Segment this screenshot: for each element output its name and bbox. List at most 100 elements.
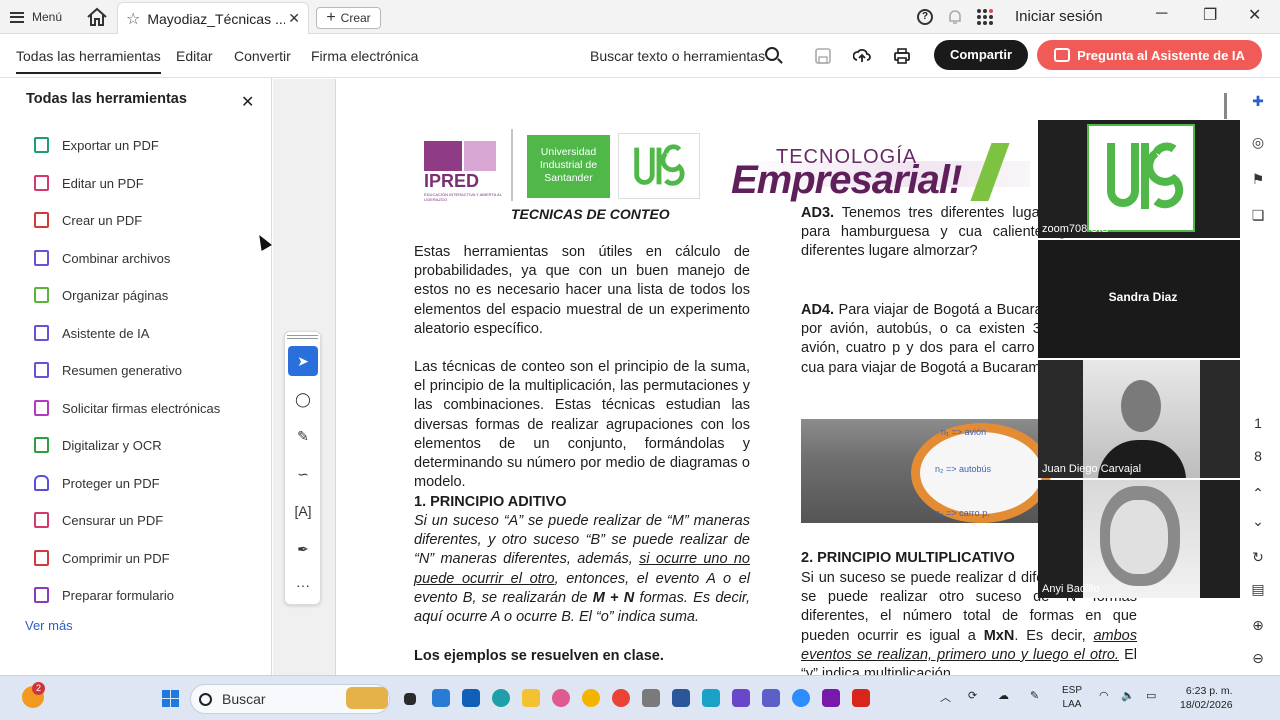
comments-icon[interactable]: ◎ [1248, 134, 1268, 154]
tool-organize-pages[interactable]: Organizar páginas [34, 284, 168, 306]
draw-tool-icon[interactable]: ∽ [288, 459, 318, 489]
signin-link[interactable]: Iniciar sesión [1015, 8, 1103, 25]
rotate-icon[interactable]: ↻ [1248, 549, 1268, 569]
more-tools-icon[interactable]: ··· [288, 570, 318, 600]
ai-assistant-button[interactable]: Pregunta al Asistente de IA [1037, 40, 1262, 70]
app-icon-2[interactable] [702, 689, 720, 707]
close-panel-icon[interactable]: ✕ [241, 92, 254, 112]
tool-edit-pdf[interactable]: Editar un PDF [34, 172, 144, 194]
bell-icon[interactable] [947, 8, 963, 26]
tool-protect-pdf[interactable]: Proteger un PDF [34, 472, 160, 494]
news-widget-icon[interactable] [346, 687, 388, 709]
participant-video-zoom708[interactable]: zoom708 UIS [1038, 120, 1248, 238]
tool-prepare-form[interactable]: Preparar formulario [34, 584, 174, 606]
tab-edit[interactable]: Editar [176, 48, 213, 64]
acrobat-icon[interactable] [852, 689, 870, 707]
help-icon[interactable]: ? [917, 9, 933, 25]
vertical-scrollbar[interactable] [1224, 93, 1227, 119]
save-icon[interactable] [814, 47, 832, 65]
copilot-icon[interactable] [552, 689, 570, 707]
create-button[interactable]: + Crear [316, 7, 381, 29]
onenote-icon[interactable] [822, 689, 840, 707]
task-view-icon[interactable] [404, 693, 416, 705]
chrome-profile-icon[interactable] [612, 689, 630, 707]
tool-export-pdf[interactable]: Exportar un PDF [34, 134, 159, 156]
file-explorer-icon[interactable] [522, 689, 540, 707]
page-down-icon[interactable]: ⌄ [1248, 513, 1268, 533]
tool-label: Organizar páginas [62, 287, 169, 303]
current-page-number[interactable]: 1 [1248, 415, 1268, 435]
tool-redact-pdf[interactable]: Censurar un PDF [34, 509, 163, 531]
print-icon[interactable] [893, 47, 911, 65]
sign-tool-icon[interactable]: ✒ [288, 534, 318, 564]
chevron-up-icon[interactable]: ︿ [940, 689, 951, 705]
app-icon-1[interactable] [432, 689, 450, 707]
all-tools-panel: Todas las herramientas ✕ Exportar un PDF… [0, 78, 272, 675]
restore-icon[interactable]: ❐ [1203, 5, 1217, 25]
ai-chat-icon [1054, 48, 1071, 62]
ai-panel-icon[interactable]: ✚ [1248, 93, 1268, 113]
text-tool-icon[interactable]: [A] [288, 496, 318, 526]
page-up-icon[interactable]: ⌃ [1248, 485, 1268, 505]
star-icon[interactable]: ☆ [126, 9, 140, 29]
snipping-tool-icon[interactable] [732, 689, 750, 707]
participant-name: Anyi Badillo [1042, 583, 1100, 595]
teams-icon[interactable] [762, 689, 780, 707]
participant-video-sandra[interactable]: Sandra Diaz [1038, 240, 1248, 358]
share-button[interactable]: Compartir [934, 40, 1028, 70]
document-tab[interactable]: ☆ Mayodiaz_Técnicas ... ✕ [117, 2, 309, 34]
sync-icon[interactable]: ⟳ [968, 689, 977, 702]
clock[interactable]: 6:23 p. m. 18/02/2026 [1180, 684, 1233, 712]
chrome-icon[interactable] [582, 689, 600, 707]
select-tool-icon[interactable]: ➤ [288, 346, 318, 376]
search-tools-label[interactable]: Buscar texto o herramientas [590, 48, 765, 64]
paragraph-techniques: Las técnicas de conteo son el principio … [414, 359, 750, 491]
participant-video-juan[interactable]: Juan Diego Carvajal [1038, 360, 1248, 478]
close-window-icon[interactable]: ✕ [1248, 5, 1261, 25]
tool-generative-summary[interactable]: Resumen generativo [34, 359, 182, 381]
edge-icon[interactable] [492, 689, 510, 707]
zoom-in-icon[interactable]: ⊕ [1248, 617, 1268, 637]
menu-button[interactable]: Menú [10, 7, 62, 27]
cloud-icon[interactable]: ☁ [998, 689, 1009, 702]
tool-scan-ocr[interactable]: Digitalizar y OCR [34, 434, 162, 456]
zoom-icon[interactable] [792, 689, 810, 707]
close-tab-icon[interactable]: ✕ [288, 10, 300, 27]
home-icon[interactable] [86, 7, 108, 27]
bookmarks-icon[interactable]: ⚑ [1248, 171, 1268, 191]
zoom-out-icon[interactable]: ⊖ [1248, 650, 1268, 670]
tab-convert[interactable]: Convertir [234, 48, 291, 64]
tab-e-signature[interactable]: Firma electrónica [311, 48, 418, 64]
participant-video-anyi[interactable]: Anyi Badillo [1038, 480, 1248, 598]
tool-label: Combinar archivos [62, 250, 171, 266]
word-icon[interactable] [672, 689, 690, 707]
windows-start-icon[interactable] [162, 690, 179, 707]
apps-grid-icon[interactable] [977, 9, 993, 25]
drag-handle[interactable] [287, 335, 318, 339]
tool-combine-files[interactable]: Combinar archivos [34, 247, 170, 269]
tab-all-tools[interactable]: Todas las herramientas [16, 48, 161, 74]
tool-label: Editar un PDF [62, 175, 144, 191]
right-rail: ✚ ◎ ⚑ ❏ 1 8 ⌃ ⌄ ↻ ▤ ⊕ ⊖ [1240, 79, 1280, 675]
highlight-tool-icon[interactable]: ✎ [288, 421, 318, 451]
tab-title: Mayodiaz_Técnicas ... [147, 10, 286, 27]
language-indicator[interactable]: ESP LAA [1062, 684, 1082, 712]
see-more-link[interactable]: Ver más [25, 618, 73, 633]
tool-request-signatures[interactable]: Solicitar firmas electrónicas [34, 397, 220, 419]
search-icon[interactable] [765, 47, 779, 61]
document-icon[interactable]: ▤ [1248, 581, 1268, 601]
tool-create-pdf[interactable]: Crear un PDF [34, 209, 142, 231]
search-icon [199, 692, 212, 706]
calculator-icon[interactable] [642, 689, 660, 707]
battery-icon[interactable]: ▭ [1146, 689, 1156, 702]
cloud-upload-icon[interactable] [853, 47, 871, 65]
minimize-icon[interactable]: ─ [1156, 5, 1167, 23]
wifi-icon[interactable]: ◠ [1099, 689, 1109, 702]
pen-icon[interactable]: ✎ [1030, 689, 1039, 702]
comment-tool-icon[interactable]: ◯ [288, 384, 318, 414]
tool-ai-assistant[interactable]: Asistente de IA [34, 322, 149, 344]
outlook-icon[interactable] [462, 689, 480, 707]
volume-icon[interactable]: 🔈 [1121, 689, 1135, 702]
tool-compress-pdf[interactable]: Comprimir un PDF [34, 547, 170, 569]
pages-icon[interactable]: ❏ [1248, 207, 1268, 227]
